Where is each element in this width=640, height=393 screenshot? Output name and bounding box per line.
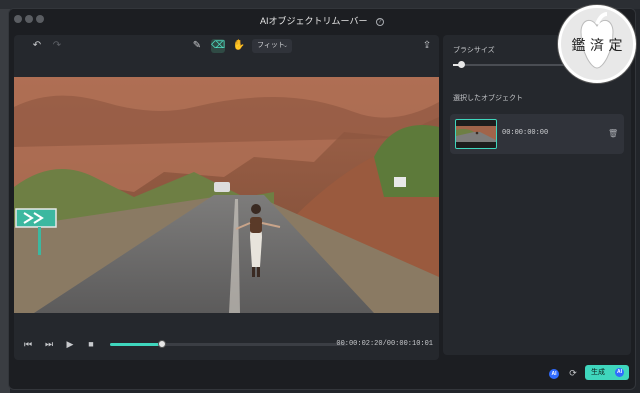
play-icon[interactable]: ▶ (64, 338, 76, 350)
previous-frame-icon[interactable]: ⏮ (22, 338, 34, 350)
generate-button-label: 生成 (591, 369, 605, 376)
generate-button[interactable]: 生成 AI (585, 365, 629, 380)
next-frame-icon[interactable]: ⏭ (43, 338, 55, 350)
review-seal-watermark: 鑑 済 定 (558, 5, 636, 83)
chevron-down-icon: ⌄ (282, 43, 288, 49)
trash-icon[interactable]: 🗑 (608, 128, 618, 139)
stop-icon[interactable]: ■ (85, 338, 97, 350)
undo-icon[interactable]: ↶ (30, 39, 44, 53)
object-timestamp: 00:00:00:00 (502, 129, 549, 137)
playhead-handle[interactable] (157, 340, 166, 348)
preview-panel: ↶ ↷ ✎ ⌫ ✋ フィット ⌄ ⇪ ⏮ ⏭ ▶ ■ 00:00:02:20/0… (14, 35, 439, 360)
fit-dropdown[interactable]: フィット ⌄ (252, 39, 292, 53)
brush-size-handle[interactable] (458, 61, 465, 68)
action-bar: AI ⟳ 生成 AI (9, 361, 635, 389)
fit-dropdown-label: フィット (257, 42, 285, 49)
playback-scrubber[interactable] (110, 340, 346, 348)
eraser-icon[interactable]: ⌫ (211, 39, 225, 53)
refresh-icon[interactable]: ⟳ (567, 367, 579, 379)
selected-object-item[interactable]: 00:00:00:00 🗑 (450, 114, 624, 154)
video-frame-image (14, 77, 439, 313)
svg-text:鑑 済 定: 鑑 済 定 (572, 37, 623, 54)
timecode-display: 00:00:02:20/00:00:10:01 (336, 340, 433, 348)
object-thumbnail (455, 119, 497, 149)
ai-object-remover-window: AIオブジェクトリムーバー ? ↶ ↷ ✎ ⌫ ✋ フィット ⌄ ⇪ ⏮ ⏭ ▶… (8, 8, 636, 390)
redo-icon[interactable]: ↷ (50, 39, 64, 53)
ai-credits-icon[interactable]: AI (549, 369, 559, 379)
playback-progress-fill (110, 343, 162, 346)
ai-badge-icon: AI (615, 368, 624, 377)
window-title: AIオブジェクトリムーバー ? (9, 14, 635, 27)
window-title-text: AIオブジェクトリムーバー (260, 16, 368, 26)
title-bar: AIオブジェクトリムーバー ? (9, 9, 635, 31)
playback-controls: ⏮ ⏭ ▶ ■ 00:00:02:20/00:00:10:01 (14, 335, 439, 355)
preview-toolbar: ↶ ↷ ✎ ⌫ ✋ フィット ⌄ ⇪ (14, 35, 439, 57)
export-frame-icon[interactable]: ⇪ (420, 39, 434, 53)
magic-brush-icon[interactable]: ✎ (190, 39, 204, 53)
video-preview[interactable] (14, 77, 439, 313)
brush-size-label: ブラシサイズ (453, 47, 495, 54)
hand-pan-icon[interactable]: ✋ (232, 39, 246, 53)
selected-objects-label: 選択したオブジェクト (453, 95, 523, 102)
help-icon[interactable]: ? (375, 17, 384, 26)
